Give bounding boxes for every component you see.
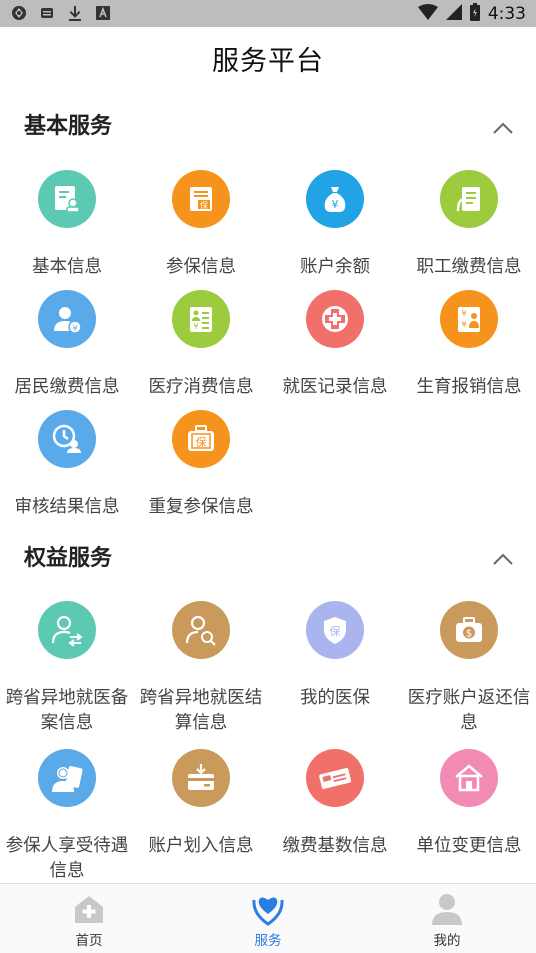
svg-text:¥: ¥ [332, 198, 339, 211]
service-item-insured-benefits[interactable]: 参保人享受待遇信息 [0, 749, 134, 884]
svg-text:¥: ¥ [461, 309, 466, 318]
dollar-wallet-icon: $ [440, 601, 498, 659]
svg-text:保: 保 [330, 624, 341, 638]
card-transfer-icon [172, 749, 230, 807]
service-label: 重复参保信息 [148, 497, 254, 517]
tab-label: 我的 [433, 933, 461, 949]
service-label: 账户余额 [300, 257, 370, 277]
status-time: 4:33 [487, 4, 526, 24]
svg-text:$: $ [466, 629, 472, 640]
service-label: 单位变更信息 [416, 836, 522, 856]
tab-label: 服务 [254, 933, 282, 949]
service-label: 就医记录信息 [282, 377, 388, 397]
medical-bill-icon: ¥ [172, 290, 230, 348]
service-item-cross-province-filing[interactable]: 跨省异地就医备案信息 [0, 601, 134, 736]
chevron-up-icon[interactable] [492, 121, 514, 135]
service-label: 生育报销信息 [416, 377, 522, 397]
svg-text:¥: ¥ [461, 320, 466, 329]
service-item-maternity-reimbursement[interactable]: ¥ ¥ 生育报销信息 [402, 290, 536, 400]
title-bar: 服务平台 [0, 27, 536, 89]
message-icon [39, 5, 55, 21]
id-card-icon [38, 170, 96, 228]
briefcase-bao-icon: 保 [172, 410, 230, 468]
service-item-unit-change[interactable]: 单位变更信息 [402, 749, 536, 859]
service-label: 医疗消费信息 [148, 377, 254, 397]
service-label: 职工缴费信息 [416, 257, 522, 277]
service-label: 我的医保 [300, 688, 370, 708]
service-item-resident-payment[interactable]: ¥ 居民缴费信息 [0, 290, 134, 400]
tab-label: 首页 [75, 933, 103, 949]
service-item-duplicate-insurance[interactable]: 保 重复参保信息 [134, 410, 268, 520]
status-icons-right: 4:33 [417, 3, 526, 25]
ticket-icon [306, 749, 364, 807]
service-item-review-result[interactable]: 审核结果信息 [0, 410, 134, 520]
service-label: 基本信息 [32, 257, 102, 277]
service-item-my-medical-insurance[interactable]: 保 我的医保 [268, 601, 402, 711]
service-item-medical-consumption[interactable]: ¥ 医疗消费信息 [134, 290, 268, 400]
home-plus-icon [75, 896, 103, 923]
person-card-icon [38, 749, 96, 807]
service-item-employee-payment[interactable]: 职工缴费信息 [402, 170, 536, 280]
service-label: 参保信息 [166, 257, 236, 277]
section-title-rights: 权益服务 [24, 546, 113, 571]
service-label: 跨省异地就医结算信息 [139, 688, 263, 733]
svg-text:保: 保 [196, 435, 207, 449]
user-transfer-icon [38, 601, 96, 659]
service-label: 跨省异地就医备案信息 [5, 688, 129, 733]
service-item-payment-base[interactable]: 缴费基数信息 [268, 749, 402, 859]
status-bar: 4:33 [0, 0, 536, 27]
chevron-up-icon[interactable] [492, 552, 514, 566]
service-item-medical-records[interactable]: 就医记录信息 [268, 290, 402, 400]
status-icons-left [11, 5, 111, 21]
service-item-cross-province-settlement[interactable]: 跨省异地就医结算信息 [134, 601, 268, 736]
service-label: 审核结果信息 [14, 497, 120, 517]
section-title-basic: 基本服务 [24, 114, 113, 139]
service-item-medical-account-refund[interactable]: $ 医疗账户返还信息 [402, 601, 536, 736]
service-label: 居民缴费信息 [14, 377, 120, 397]
document-pen-icon [440, 170, 498, 228]
sync-icon [11, 5, 27, 21]
svg-text:¥: ¥ [72, 324, 77, 333]
maternity-bill-icon: ¥ ¥ [440, 290, 498, 348]
service-label: 缴费基数信息 [282, 836, 388, 856]
tab-home[interactable]: 首页 [0, 884, 178, 953]
tab-service[interactable]: 服务 [179, 884, 357, 953]
service-label: 账户划入信息 [148, 836, 254, 856]
service-item-insurance-info[interactable]: 保 参保信息 [134, 170, 268, 280]
svg-text:保: 保 [200, 200, 208, 210]
insurance-doc-icon: 保 [172, 170, 230, 228]
font-a-icon [95, 5, 111, 21]
service-label: 医疗账户返还信息 [407, 688, 531, 733]
money-bag-icon: ¥ [306, 170, 364, 228]
page-title: 服务平台 [212, 45, 324, 77]
person-icon [432, 894, 462, 925]
house-icon [440, 749, 498, 807]
wifi-icon [417, 4, 438, 24]
shield-bao-icon: 保 [306, 601, 364, 659]
signal-icon [445, 4, 462, 24]
service-item-account-balance[interactable]: ¥ 账户余额 [268, 170, 402, 280]
user-yuan-icon: ¥ [38, 290, 96, 348]
service-item-basic-info[interactable]: 基本信息 [0, 170, 134, 280]
service-label: 参保人享受待遇信息 [5, 836, 129, 881]
battery-icon [469, 3, 480, 25]
svg-text:¥: ¥ [193, 322, 198, 331]
review-clock-icon [38, 410, 96, 468]
download-icon [67, 5, 83, 21]
medical-cross-icon [306, 290, 364, 348]
service-item-account-transfer-in[interactable]: 账户划入信息 [134, 749, 268, 859]
heart-hands-icon [252, 897, 284, 926]
tab-mine[interactable]: 我的 [358, 884, 536, 953]
bottom-tab-bar: 首页 服务 我的 [0, 883, 536, 953]
user-search-icon [172, 601, 230, 659]
